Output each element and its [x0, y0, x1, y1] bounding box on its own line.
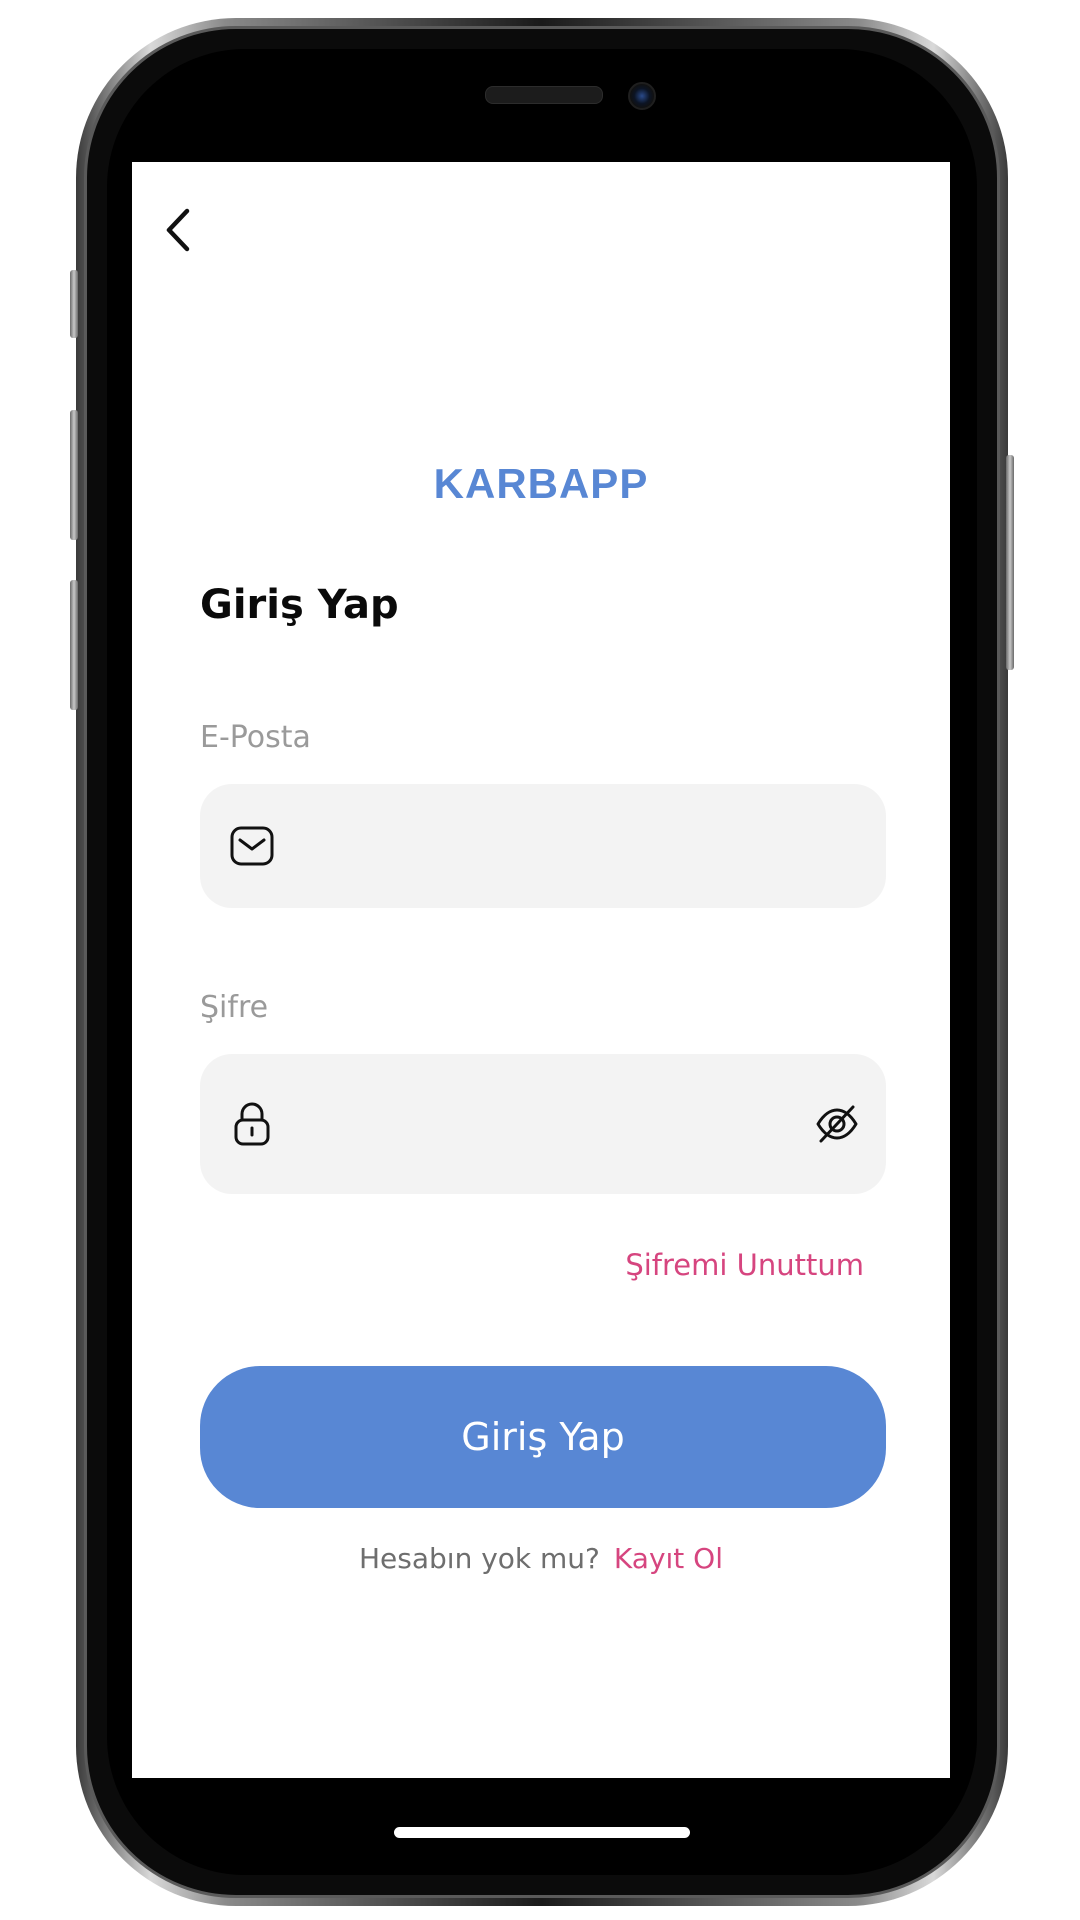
app-logo: KARBAPP: [433, 460, 649, 507]
phone-silent-switch: [70, 270, 78, 338]
phone-camera: [628, 82, 656, 110]
eye-off-icon: [816, 1105, 858, 1143]
email-label: E-Posta: [200, 720, 311, 755]
forgot-password-link[interactable]: Şifremi Unuttum: [625, 1248, 864, 1282]
password-field[interactable]: [200, 1054, 886, 1196]
chevron-left-icon: [166, 208, 190, 252]
phone-speaker: [485, 86, 603, 104]
password-label: Şifre: [200, 990, 269, 1025]
signup-row: Hesabın yok mu? Kayıt Ol: [132, 1542, 950, 1575]
password-input[interactable]: [300, 1054, 784, 1196]
lock-icon: [228, 1100, 276, 1148]
login-button[interactable]: Giriş Yap: [200, 1366, 886, 1508]
email-field[interactable]: [200, 784, 886, 910]
home-indicator[interactable]: [394, 1827, 690, 1838]
password-visibility-toggle[interactable]: [812, 1099, 862, 1149]
back-button[interactable]: [154, 200, 202, 260]
signup-question: Hesabın yok mu?: [358, 1542, 600, 1575]
email-input[interactable]: [300, 784, 784, 910]
phone-volume-up-button: [70, 410, 78, 540]
phone-volume-down-button: [70, 580, 78, 710]
phone-power-button: [1006, 455, 1014, 670]
signup-link[interactable]: Kayıt Ol: [614, 1542, 723, 1575]
mail-icon: [228, 822, 276, 870]
page-title: Giriş Yap: [200, 582, 399, 628]
login-screen: KARBAPP Giriş Yap E-Posta Şifre Şifremi …: [132, 162, 950, 1778]
